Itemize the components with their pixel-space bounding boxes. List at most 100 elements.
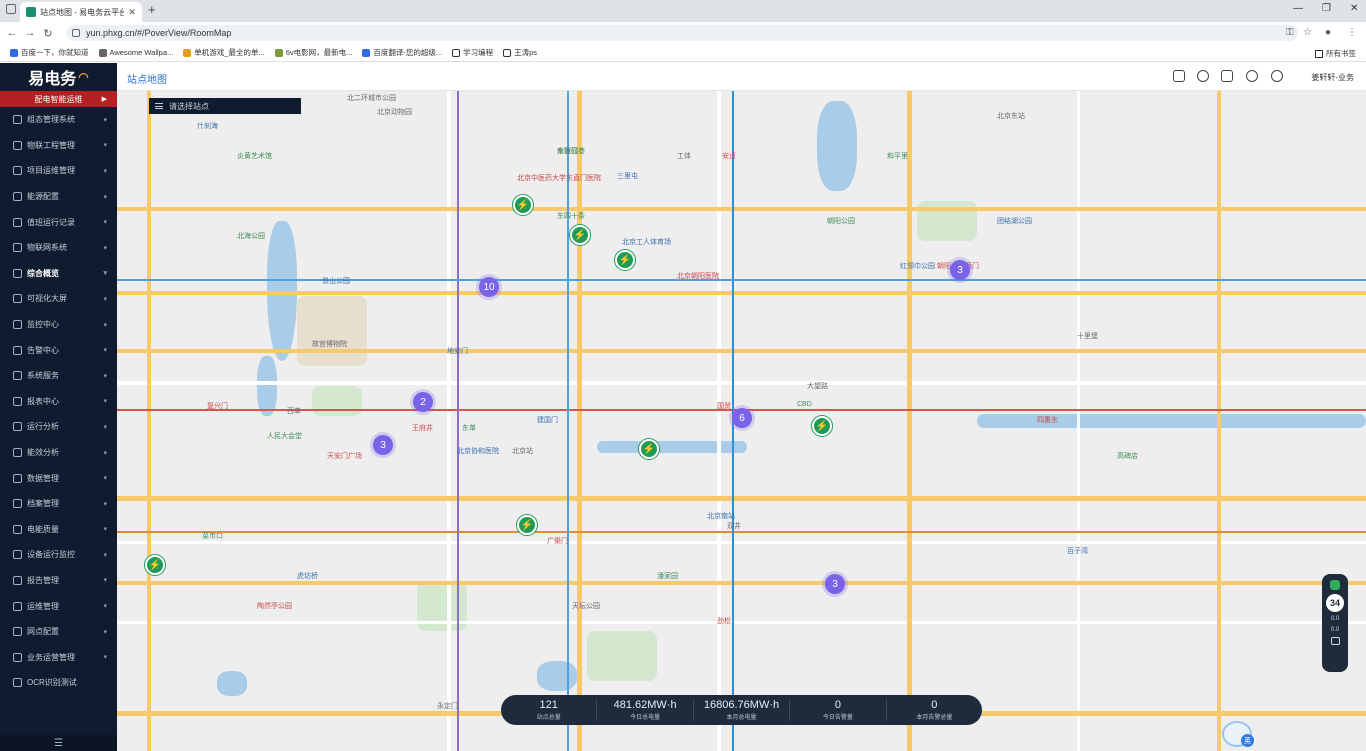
- forward-button[interactable]: →: [24, 27, 36, 39]
- bookmark-item[interactable]: 百度一下，你就知道: [10, 47, 89, 58]
- download-icon[interactable]: [1173, 70, 1185, 82]
- station-cluster[interactable]: 6: [732, 408, 752, 428]
- sidebar-item[interactable]: 监控中心 ▾: [0, 312, 117, 338]
- sidebar-item[interactable]: 业务运营管理 ▾: [0, 644, 117, 670]
- station-pin[interactable]: ⚡: [145, 555, 165, 575]
- site-info-icon[interactable]: [72, 29, 80, 37]
- minimize-button[interactable]: —: [1293, 3, 1303, 14]
- close-window-button[interactable]: ✕: [1350, 3, 1358, 14]
- bookmark-folder[interactable]: 学习编程: [452, 47, 493, 58]
- sidebar-item[interactable]: 设备运行监控 ▾: [0, 542, 117, 568]
- weather-widget[interactable]: 34 0.0 0.0: [1322, 574, 1348, 672]
- sidebar-item[interactable]: 组态管理系统 ▾: [0, 107, 117, 133]
- star-icon[interactable]: ☆: [1303, 27, 1312, 38]
- station-cluster[interactable]: 3: [825, 574, 845, 594]
- station-cluster[interactable]: 2: [413, 392, 433, 412]
- tab-search-icon[interactable]: [6, 4, 16, 14]
- new-tab-button[interactable]: +: [148, 2, 156, 17]
- sidebar-collapse-button[interactable]: ☰: [0, 735, 117, 751]
- back-button[interactable]: ←: [6, 27, 18, 39]
- camera-icon[interactable]: [1330, 637, 1340, 646]
- bookmark-item[interactable]: Awesome Wallpa...: [98, 48, 173, 57]
- folder-icon: [452, 48, 461, 57]
- sidebar-item[interactable]: 报表中心 ▾: [0, 389, 117, 415]
- bookmark-label: 学习编程: [463, 48, 494, 57]
- poi-label: 东单: [462, 425, 476, 432]
- sidebar-item-label: 值班运行记录: [27, 217, 75, 227]
- station-pin[interactable]: ⚡: [639, 439, 659, 459]
- lightning-icon: ⚡: [516, 199, 530, 211]
- sidebar-item-label: 电能质量: [27, 524, 59, 534]
- active-group-label: 配电智能运维: [34, 94, 83, 104]
- sidebar-item[interactable]: 物联工程管理 ▾: [0, 133, 117, 159]
- sidebar-item[interactable]: 物联网系统 ▾: [0, 235, 117, 261]
- bookmark-item[interactable]: 6v电影网，最新电...: [274, 47, 352, 58]
- address-bar-row: ← → ↻ yun.phxg.cn/#/PoverView/RoomMap ⚿ …: [0, 22, 1366, 44]
- browser-tab-strip: 站点地图 - 易电务云平台 ✕ + — ❐ ✕: [0, 0, 1366, 22]
- tab-close-icon[interactable]: ✕: [128, 7, 136, 18]
- page-title: 站点地图: [127, 75, 167, 86]
- menu-icon[interactable]: ⋮: [1347, 27, 1357, 38]
- chevron-down-icon: ▾: [103, 449, 107, 457]
- sidebar-item[interactable]: 档案管理 ▾: [0, 491, 117, 517]
- metro-line: [117, 531, 1366, 533]
- station-pin[interactable]: ⚡: [570, 225, 590, 245]
- sidebar-item[interactable]: 系统服务 ▾: [0, 363, 117, 389]
- poi-label: 王府井: [412, 425, 433, 432]
- sidebar-item[interactable]: 运维管理 ▾: [0, 593, 117, 619]
- help-icon[interactable]: [1197, 70, 1209, 82]
- user-name[interactable]: 姜轩轩-业务: [1311, 72, 1354, 83]
- bookmark-item[interactable]: 百度翻译-您的超级...: [362, 47, 442, 58]
- ring-road: [117, 349, 1366, 353]
- profile-icon[interactable]: ●: [1325, 27, 1331, 38]
- sidebar-item[interactable]: 可视化大屏 ▾: [0, 286, 117, 312]
- poi-label: 人民大会堂: [267, 433, 302, 440]
- alert-icon[interactable]: [1246, 70, 1258, 82]
- bookmark-folder[interactable]: 王涛ps: [503, 47, 537, 58]
- sidebar-item[interactable]: 报告管理 ▾: [0, 568, 117, 594]
- map-canvas[interactable]: 北二环城市公园 北京中医药大学东直门医院 东四十条 北京工人体育场 东直门 北京朝阳医院朝…: [117, 91, 1366, 751]
- all-bookmarks-label: 所有书签: [1326, 49, 1356, 58]
- station-select-placeholder: 请选择站点: [169, 101, 209, 111]
- station-cluster[interactable]: 3: [373, 435, 393, 455]
- bookmark-item[interactable]: 单机游戏_最全的单...: [183, 47, 265, 58]
- all-bookmarks-button[interactable]: 所有书签: [1315, 48, 1356, 59]
- browser-tab[interactable]: 站点地图 - 易电务云平台 ✕: [20, 2, 142, 22]
- sidebar-item[interactable]: 综合概览 ▾: [0, 261, 117, 287]
- station-cluster[interactable]: 3: [950, 260, 970, 280]
- chevron-down-icon: ▾: [103, 475, 107, 483]
- reload-button[interactable]: ↻: [42, 27, 54, 40]
- station-cluster[interactable]: 10: [479, 277, 499, 297]
- chevron-down-icon: ▾: [103, 347, 107, 355]
- station-pin[interactable]: ⚡: [513, 195, 533, 215]
- sidebar-item[interactable]: 值班运行记录 ▾: [0, 209, 117, 235]
- lake-shape: [257, 356, 277, 416]
- poi-label: 高碑店: [1117, 453, 1138, 460]
- mail-icon[interactable]: [1221, 70, 1233, 82]
- language-badge[interactable]: 英: [1241, 734, 1254, 747]
- station-pin[interactable]: ⚡: [615, 250, 635, 270]
- bookmark-favicon-icon: [274, 48, 283, 57]
- sidebar-item-label: 系统服务: [27, 371, 59, 381]
- sidebar-item[interactable]: 能效分析 ▾: [0, 440, 117, 466]
- sidebar-item[interactable]: 运行分析 ▾: [0, 414, 117, 440]
- app-logo[interactable]: 易电务 ◠: [0, 63, 117, 91]
- bell-icon[interactable]: [1271, 70, 1283, 82]
- station-pin[interactable]: ⚡: [812, 416, 832, 436]
- poi-label: 景山公园: [322, 278, 350, 285]
- sidebar-item[interactable]: 项目运维管理 ▾: [0, 158, 117, 184]
- station-pin[interactable]: ⚡: [517, 515, 537, 535]
- maximize-button[interactable]: ❐: [1322, 3, 1331, 14]
- sidebar-item[interactable]: 网点配置 ▾: [0, 619, 117, 645]
- sidebar-item[interactable]: OCR识别测试: [0, 670, 117, 696]
- sidebar-item[interactable]: 电能质量 ▾: [0, 517, 117, 543]
- stat-site-count: 121 站点总量: [501, 699, 598, 721]
- sidebar-item-label: 物联工程管理: [27, 140, 75, 150]
- station-select[interactable]: 请选择站点: [149, 98, 301, 114]
- sidebar-item[interactable]: 能源配置 ▾: [0, 184, 117, 210]
- sidebar-item[interactable]: 告警中心 ▾: [0, 337, 117, 363]
- key-icon[interactable]: ⚿: [1286, 27, 1294, 38]
- url-input[interactable]: yun.phxg.cn/#/PoverView/RoomMap: [66, 25, 1298, 41]
- sidebar-item[interactable]: 数据管理 ▾: [0, 465, 117, 491]
- sidebar-active-group[interactable]: 配电智能运维 ▶: [0, 91, 117, 107]
